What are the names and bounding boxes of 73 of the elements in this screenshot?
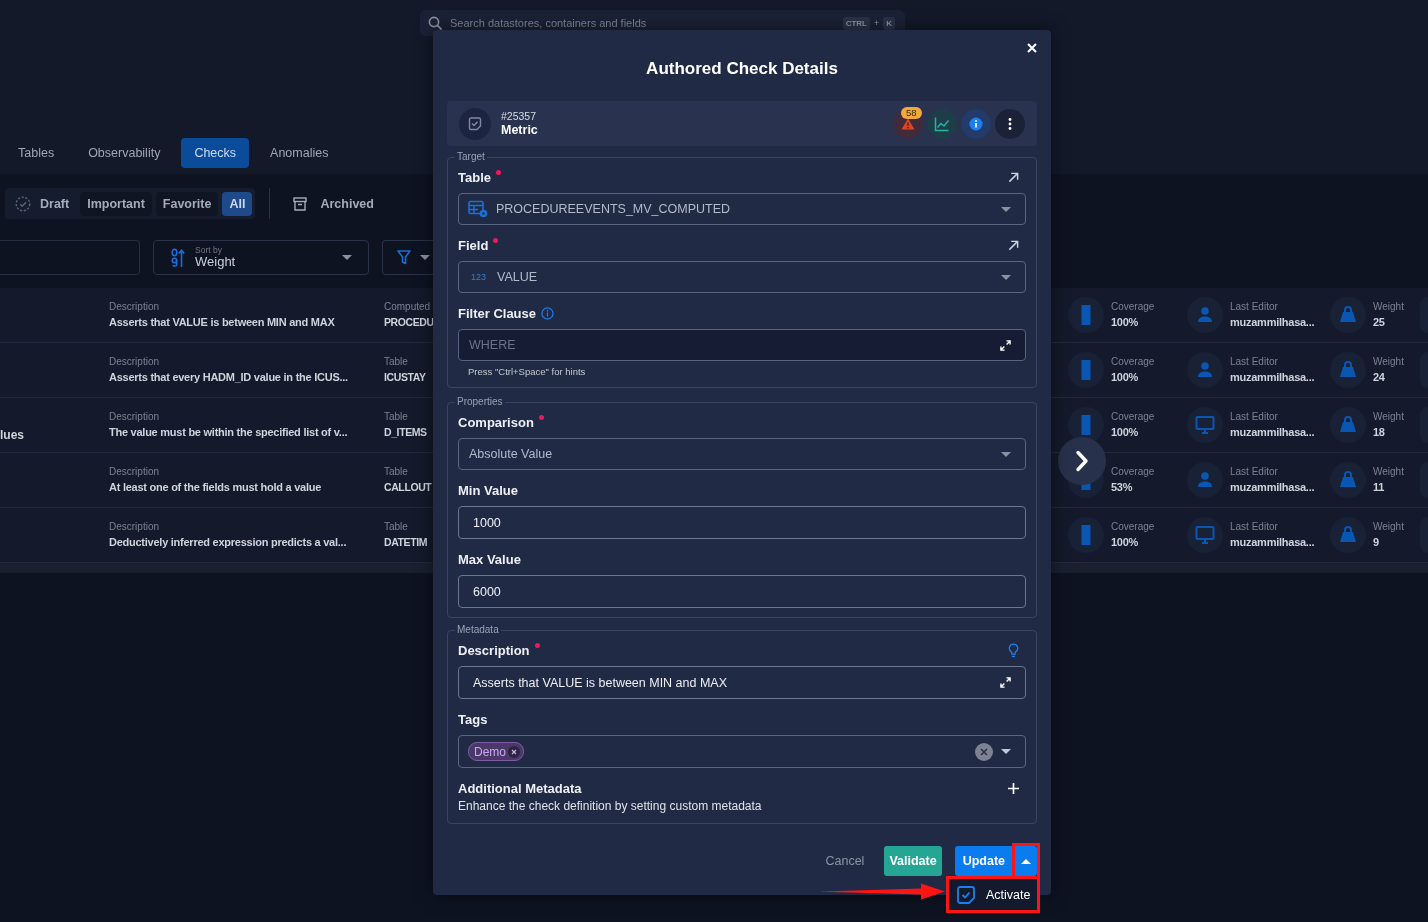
weight-value: 18 — [1373, 426, 1386, 439]
editor-name: muzammilhasa... — [1230, 481, 1315, 494]
description-text: Asserts that VALUE is between MIN and MAX — [109, 316, 335, 329]
check-name-text: lues — [0, 428, 24, 442]
helper-text: Enhance the check definition by setting custom metadata — [458, 799, 763, 814]
editor-name: muzammilhasa... — [1230, 371, 1315, 384]
hint-text: Press "Ctrl+Space" for hints — [467, 366, 587, 378]
column-label: Description — [109, 411, 160, 423]
column-label: Weight — [1373, 411, 1404, 423]
table-name-text: PROCEDU — [384, 316, 434, 329]
column-label: Weight — [1373, 356, 1404, 368]
table-name-text: ICUSTAY — [384, 371, 426, 384]
column-label: Weight — [1373, 301, 1404, 313]
table-name-text: D_ITEMS — [384, 426, 427, 439]
key-cap: K — [883, 16, 895, 30]
weight-value: 24 — [1373, 371, 1386, 384]
field-label: Max Value — [458, 551, 521, 567]
column-label: Weight — [1373, 521, 1404, 533]
type-label: 123 — [471, 272, 487, 282]
column-label: Coverage — [1111, 301, 1155, 313]
column-label: Table — [384, 356, 408, 368]
editor-name: muzammilhasa... — [1230, 426, 1315, 439]
column-label: Last Editor — [1230, 301, 1279, 313]
coverage-value: 100% — [1111, 426, 1140, 439]
count-badge: 58 — [901, 106, 922, 119]
weight-value: 9 — [1373, 536, 1380, 549]
section-legend: Metadata — [455, 624, 501, 636]
description-text: The value must be within the specified list of v... — [109, 426, 348, 439]
column-label: Last Editor — [1230, 466, 1279, 478]
check-id: #25357 — [501, 110, 538, 122]
description-text: Asserts that every HADM_ID value in the ICUS... — [109, 371, 348, 384]
column-label: Coverage — [1111, 521, 1155, 533]
description-text: Deductively inferred expression predicts a val... — [109, 536, 347, 549]
editor-name: muzammilhasa... — [1230, 316, 1315, 329]
column-label: Table — [384, 466, 408, 478]
section-legend: Properties — [455, 396, 505, 408]
column-label: Coverage — [1111, 466, 1155, 478]
column-label: Table — [384, 521, 408, 533]
key-cap: CTRL — [842, 16, 870, 30]
field-label: Field — [458, 237, 489, 253]
plus-text: + — [873, 18, 880, 28]
column-label: Last Editor — [1230, 411, 1279, 423]
coverage-value: 100% — [1111, 316, 1140, 329]
column-label: Description — [109, 521, 160, 533]
field-label: Additional Metadata — [458, 780, 582, 796]
coverage-value: 100% — [1111, 371, 1140, 384]
column-label: Description — [109, 466, 160, 478]
field-label: Comparison — [458, 414, 534, 430]
field-label: Filter Clause — [458, 305, 537, 321]
field-label: Description — [458, 642, 530, 658]
column-label: Table — [384, 411, 408, 423]
column-label: Computed — [384, 301, 431, 313]
column-label: Coverage — [1111, 356, 1155, 368]
coverage-value: 100% — [1111, 536, 1140, 549]
column-label: Last Editor — [1230, 356, 1279, 368]
field-label: Table — [458, 169, 491, 185]
weight-value: 11 — [1373, 481, 1386, 494]
column-label: Description — [109, 301, 160, 313]
check-type: Metric — [501, 123, 538, 137]
column-label: Coverage — [1111, 411, 1155, 423]
coverage-value: 53% — [1111, 481, 1134, 494]
column-label: Last Editor — [1230, 521, 1279, 533]
column-label: Weight — [1373, 466, 1404, 478]
weight-value: 25 — [1373, 316, 1386, 329]
dialog-title: Authored Check Details — [646, 58, 838, 80]
description-text: At least one of the fields must hold a value — [109, 481, 322, 494]
field-label: Tags — [458, 711, 488, 727]
section-legend: Target — [455, 151, 487, 163]
field-label: Min Value — [458, 482, 518, 498]
column-label: Description — [109, 356, 160, 368]
table-name-text: DATETIM — [384, 536, 428, 549]
table-name-text: CALLOUT — [384, 481, 432, 494]
editor-name: muzammilhasa... — [1230, 536, 1315, 549]
